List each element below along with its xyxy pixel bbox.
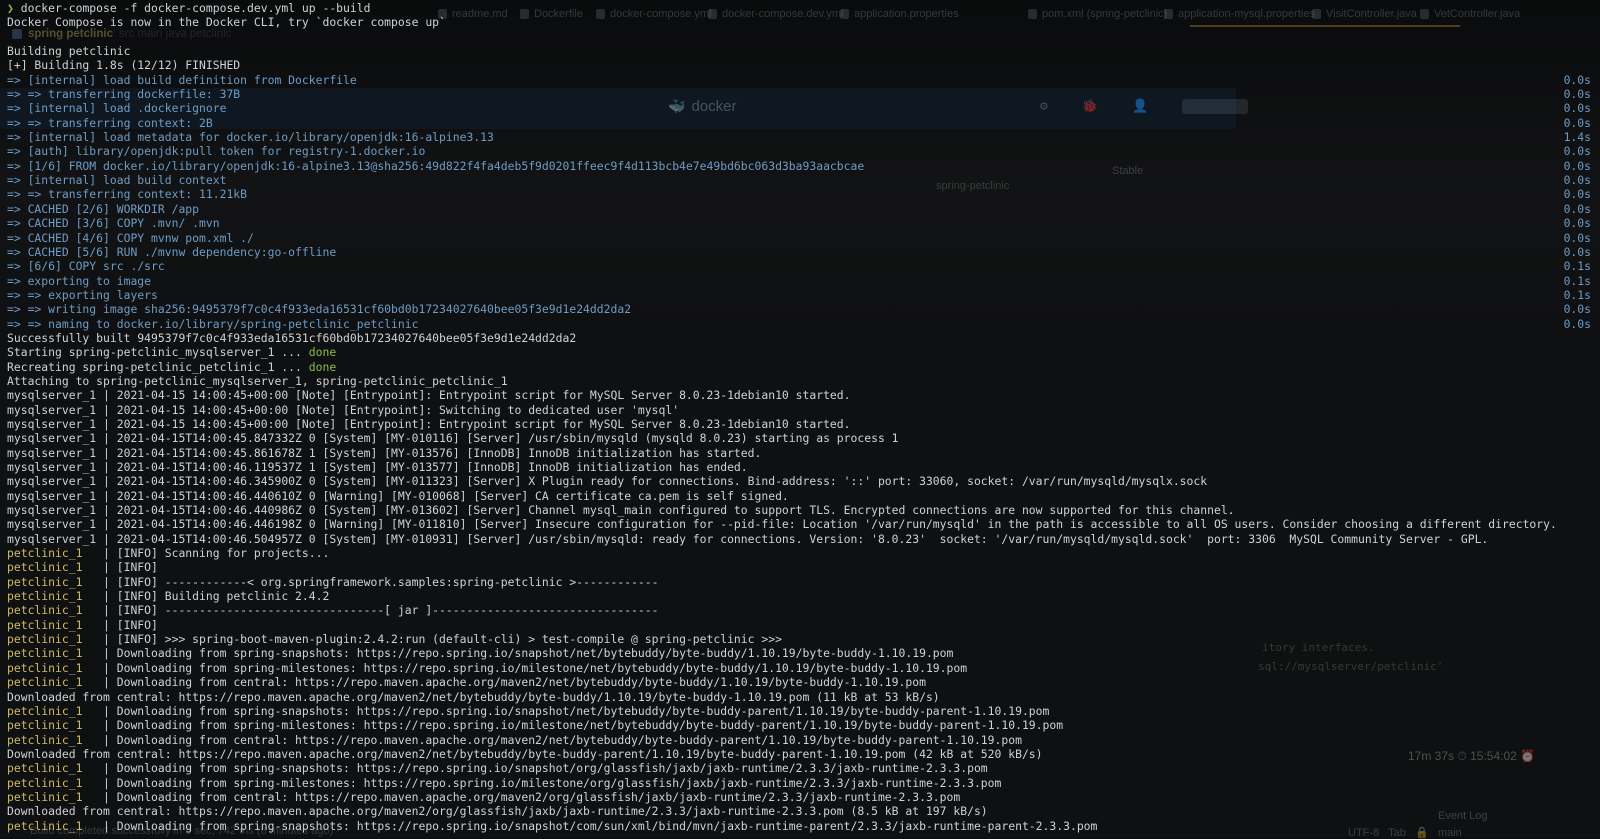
terminal-line: petclinic_1 | Downloading from spring-mi… — [7, 718, 1600, 732]
terminal-line: => [1/6] FROM docker.io/library/openjdk:… — [7, 159, 1600, 173]
step-duration: 0.1s — [1564, 288, 1591, 302]
step-duration: 0.0s — [1564, 231, 1591, 245]
terminal-line: => [internal] load .dockerignore0.0s — [7, 101, 1600, 115]
terminal-line: => => naming to docker.io/library/spring… — [7, 317, 1600, 331]
terminal-line: mysqlserver_1 | 2021-04-15T14:00:46.3459… — [7, 474, 1600, 488]
terminal-output[interactable]: ❯ docker-compose -f docker-compose.dev.y… — [0, 0, 1600, 838]
terminal-line: => => transferring dockerfile: 37B0.0s — [7, 87, 1600, 101]
terminal-line: petclinic_1 | [INFO] — [7, 560, 1600, 574]
step-duration: 0.1s — [1564, 274, 1591, 288]
terminal-line: => [internal] load build context0.0s — [7, 173, 1600, 187]
terminal-line: petclinic_1 | Downloading from central: … — [7, 790, 1600, 804]
terminal-line: mysqlserver_1 | 2021-04-15 14:00:45+00:0… — [7, 403, 1600, 417]
step-duration: 0.0s — [1564, 216, 1591, 230]
terminal-line: => CACHED [4/6] COPY mvnw pom.xml ./0.0s — [7, 231, 1600, 245]
terminal-line: Downloaded from central: https://repo.ma… — [7, 690, 1600, 704]
terminal-line: => [6/6] COPY src ./src0.1s — [7, 259, 1600, 273]
terminal-line: mysqlserver_1 | 2021-04-15 14:00:45+00:0… — [7, 388, 1600, 402]
terminal-line — [7, 30, 1600, 44]
terminal-line: Starting spring-petclinic_mysqlserver_1 … — [7, 345, 1600, 359]
terminal-line: ❯ docker-compose -f docker-compose.dev.y… — [7, 1, 1600, 15]
step-duration: 0.0s — [1564, 202, 1591, 216]
step-duration: 0.0s — [1564, 317, 1591, 331]
step-duration: 0.0s — [1564, 101, 1591, 115]
step-duration: 0.0s — [1564, 159, 1591, 173]
terminal-line: Attaching to spring-petclinic_mysqlserve… — [7, 374, 1600, 388]
terminal-line: => CACHED [3/6] COPY .mvn/ .mvn0.0s — [7, 216, 1600, 230]
terminal-line: => => writing image sha256:9495379f7c0c4… — [7, 302, 1600, 316]
terminal-line: petclinic_1 | [INFO] -------------------… — [7, 603, 1600, 617]
terminal-line: petclinic_1 | Downloading from central: … — [7, 675, 1600, 689]
terminal-line: mysqlserver_1 | 2021-04-15T14:00:45.8616… — [7, 446, 1600, 460]
terminal-line: petclinic_1 | Downloading from spring-sn… — [7, 819, 1600, 833]
terminal-line: mysqlserver_1 | 2021-04-15 14:00:45+00:0… — [7, 417, 1600, 431]
terminal-line: => => transferring context: 11.21kB0.0s — [7, 187, 1600, 201]
terminal-line: mysqlserver_1 | 2021-04-15T14:00:46.4461… — [7, 517, 1600, 531]
terminal-line: Downloaded from central: https://repo.ma… — [7, 804, 1600, 818]
terminal-line: mysqlserver_1 | 2021-04-15T14:00:46.1195… — [7, 460, 1600, 474]
step-duration: 0.0s — [1564, 116, 1591, 130]
terminal-line: mysqlserver_1 | 2021-04-15T14:00:46.4406… — [7, 489, 1600, 503]
step-duration: 0.0s — [1564, 187, 1591, 201]
terminal-line: Downloaded from central: https://repo.ma… — [7, 747, 1600, 761]
terminal-line: => CACHED [2/6] WORKDIR /app0.0s — [7, 202, 1600, 216]
terminal-line: => [internal] load build definition from… — [7, 73, 1600, 87]
step-duration: 0.0s — [1564, 302, 1591, 316]
terminal-line: petclinic_1 | Downloading from spring-mi… — [7, 776, 1600, 790]
terminal-line: => [auth] library/openjdk:pull token for… — [7, 144, 1600, 158]
terminal-line: petclinic_1 | [INFO] ------------< org.s… — [7, 575, 1600, 589]
terminal-line: => => exporting layers0.1s — [7, 288, 1600, 302]
terminal-line: petclinic_1 | [INFO] Scanning for projec… — [7, 546, 1600, 560]
terminal-line: mysqlserver_1 | 2021-04-15T14:00:45.8473… — [7, 431, 1600, 445]
step-duration: 0.1s — [1564, 259, 1591, 273]
terminal-line: => [internal] load metadata for docker.i… — [7, 130, 1600, 144]
step-duration: 0.0s — [1564, 87, 1591, 101]
terminal-line: => exporting to image0.1s — [7, 274, 1600, 288]
terminal-line: Recreating spring-petclinic_petclinic_1 … — [7, 360, 1600, 374]
terminal-line: petclinic_1 | Downloading from spring-sn… — [7, 646, 1600, 660]
terminal-line: petclinic_1 | [INFO] Building petclinic … — [7, 589, 1600, 603]
terminal-line: Building petclinic — [7, 44, 1600, 58]
step-duration: 0.0s — [1564, 73, 1591, 87]
step-duration: 0.0s — [1564, 245, 1591, 259]
terminal-line: petclinic_1 | [INFO] — [7, 618, 1600, 632]
terminal-line: petclinic_1 | Downloading from central: … — [7, 733, 1600, 747]
step-duration: 0.0s — [1564, 173, 1591, 187]
terminal-line: mysqlserver_1 | 2021-04-15T14:00:46.5049… — [7, 532, 1600, 546]
terminal-line: mysqlserver_1 | 2021-04-15T14:00:46.4409… — [7, 503, 1600, 517]
terminal-line: petclinic_1 | Downloading from spring-sn… — [7, 761, 1600, 775]
terminal-line: => => transferring context: 2B0.0s — [7, 116, 1600, 130]
step-duration: 1.4s — [1564, 130, 1591, 144]
terminal-line: => CACHED [5/6] RUN ./mvnw dependency:go… — [7, 245, 1600, 259]
terminal-line: petclinic_1 | [INFO] >>> spring-boot-mav… — [7, 632, 1600, 646]
terminal-line: petclinic_1 | Downloading from spring-mi… — [7, 661, 1600, 675]
step-duration: 0.0s — [1564, 144, 1591, 158]
terminal-line: [+] Building 1.8s (12/12) FINISHED — [7, 58, 1600, 72]
terminal-line: petclinic_1 | Downloading from spring-sn… — [7, 704, 1600, 718]
terminal-line: Successfully built 9495379f7c0c4f933eda1… — [7, 331, 1600, 345]
terminal-line: Docker Compose is now in the Docker CLI,… — [7, 15, 1600, 29]
